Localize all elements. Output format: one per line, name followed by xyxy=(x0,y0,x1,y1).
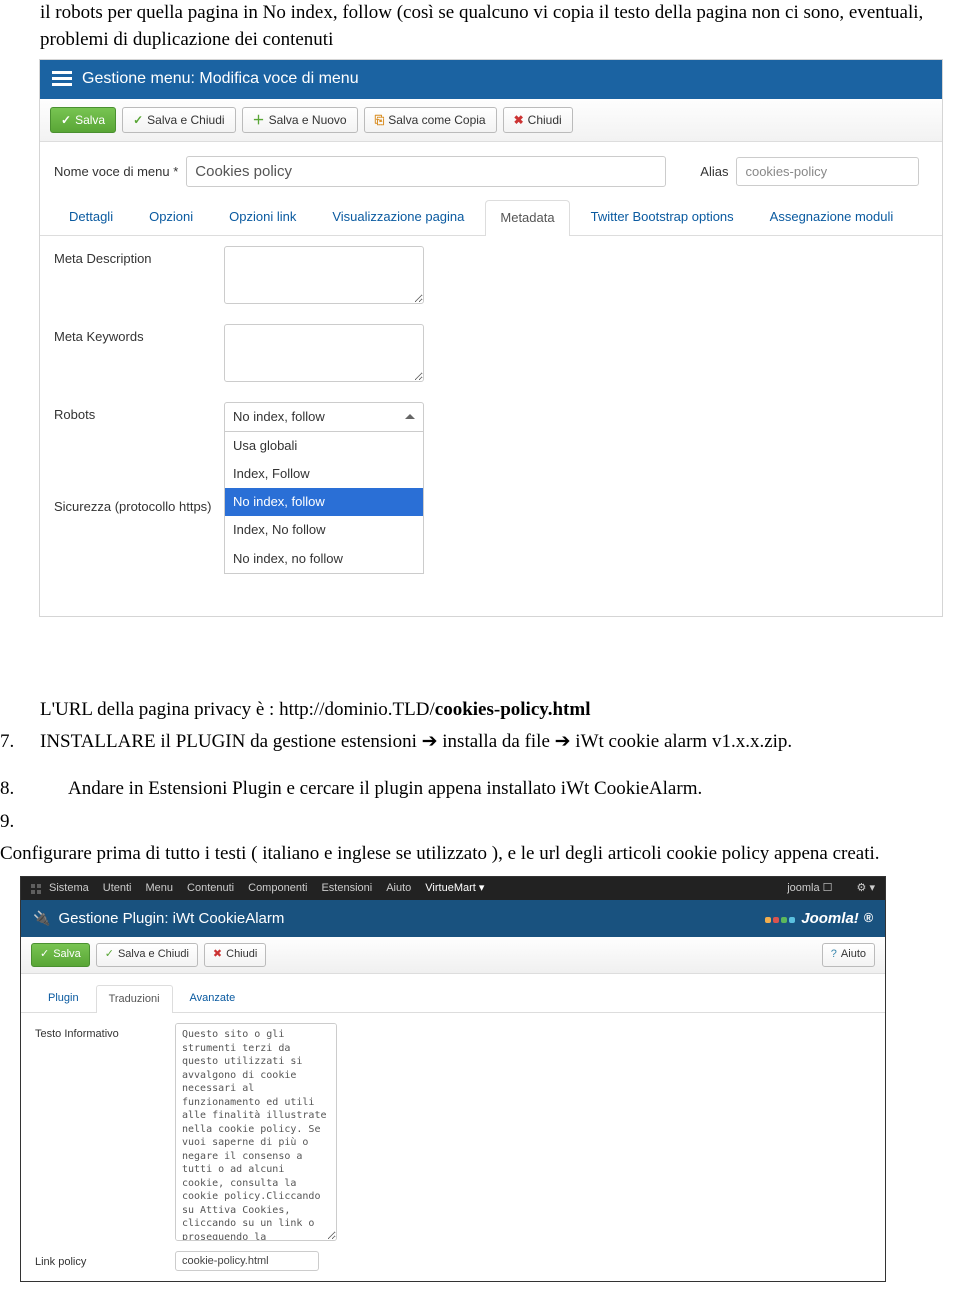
alias-label: Alias xyxy=(700,163,728,181)
tab-avanzate[interactable]: Avanzate xyxy=(177,984,249,1012)
alias-input[interactable] xyxy=(736,157,919,186)
tab-bootstrap[interactable]: Twitter Bootstrap options xyxy=(576,199,749,234)
save-button[interactable]: ✓Salva xyxy=(31,943,90,966)
plugin-toolbar: ✓Salva ✓Salva e Chiudi ✖Chiudi ?Aiuto xyxy=(21,937,885,973)
list-number-8: 8. xyxy=(0,776,40,803)
robots-select[interactable]: No index, follow Usa globali Index, Foll… xyxy=(224,402,424,574)
save-button[interactable]: ✓Salva xyxy=(50,107,116,134)
name-alias-row: Nome voce di menu * Alias xyxy=(40,142,942,193)
robots-option[interactable]: Usa globali xyxy=(225,432,423,460)
list-item-9-partial xyxy=(40,809,960,836)
menu-editor-screenshot: Gestione menu: Modifica voce di menu ✓Sa… xyxy=(39,59,943,617)
topmenu-sitename[interactable]: joomla ☐ xyxy=(787,881,832,896)
plug-icon: 🔌 xyxy=(33,909,50,929)
joomla-logo: Joomla!® xyxy=(764,908,873,929)
plugin-tabs: Plugin Traduzioni Avanzate xyxy=(21,974,885,1013)
close-icon: ✖ xyxy=(514,112,524,129)
tab-opzioni-link[interactable]: Opzioni link xyxy=(214,199,311,234)
robots-option[interactable]: Index, No follow xyxy=(225,516,423,544)
robots-option-selected[interactable]: No index, follow xyxy=(225,488,423,516)
testo-textarea[interactable]: Questo sito o gli strumenti terzi da que… xyxy=(175,1023,337,1241)
topmenu-sistema[interactable]: Sistema xyxy=(49,881,89,896)
topmenu-virtuemart[interactable]: VirtueMart ▾ xyxy=(425,881,484,896)
tab-dettagli[interactable]: Dettagli xyxy=(54,199,128,234)
robots-option[interactable]: No index, no follow xyxy=(225,545,423,573)
menu-editor-header: Gestione menu: Modifica voce di menu xyxy=(40,60,942,98)
sicurezza-label: Sicurezza (protocollo https) xyxy=(54,494,224,516)
topmenu-componenti[interactable]: Componenti xyxy=(248,881,307,896)
list-number-7: 7. xyxy=(0,729,40,756)
plugin-editor-header: 🔌 Gestione Plugin: iWt CookieAlarm Jooml… xyxy=(21,900,885,937)
tab-metadata[interactable]: Metadata xyxy=(485,200,569,235)
close-icon: ✖ xyxy=(213,947,222,962)
plus-icon: ＋ xyxy=(253,112,265,129)
topmenu-aiuto[interactable]: Aiuto xyxy=(386,881,411,896)
topmenu-menu[interactable]: Menu xyxy=(146,881,174,896)
meta-keywords-input[interactable] xyxy=(224,324,424,382)
meta-keywords-label: Meta Keywords xyxy=(54,324,224,346)
link-policy-label: Link policy xyxy=(35,1251,175,1270)
menu-toolbar: ✓Salva ✓Salva e Chiudi ＋Salva e Nuovo ⎘S… xyxy=(40,99,942,143)
name-label: Nome voce di menu * xyxy=(54,163,178,181)
help-button[interactable]: ?Aiuto xyxy=(822,943,875,966)
robots-select-current[interactable]: No index, follow xyxy=(224,402,424,432)
check-icon: ✓ xyxy=(40,947,49,962)
save-close-button[interactable]: ✓Salva e Chiudi xyxy=(96,943,198,966)
close-button[interactable]: ✖Chiudi xyxy=(204,943,266,966)
list-icon xyxy=(52,71,72,87)
robots-option[interactable]: Index, Follow xyxy=(225,460,423,488)
testo-label: Testo Informativo xyxy=(35,1023,175,1042)
menu-name-input[interactable] xyxy=(186,156,666,187)
tab-visualizzazione[interactable]: Visualizzazione pagina xyxy=(317,199,479,234)
robots-dropdown: Usa globali Index, Follow No index, foll… xyxy=(224,432,424,574)
meta-desc-input[interactable] xyxy=(224,246,424,304)
save-new-button[interactable]: ＋Salva e Nuovo xyxy=(242,107,358,134)
close-button[interactable]: ✖Chiudi xyxy=(503,107,573,134)
copy-icon: ⎘ xyxy=(375,112,385,129)
robots-label: Robots xyxy=(54,402,224,424)
tab-traduzioni[interactable]: Traduzioni xyxy=(96,985,173,1013)
menu-editor-title: Gestione menu: Modifica voce di menu xyxy=(82,68,359,90)
gear-icon[interactable]: ⚙ ▾ xyxy=(857,881,875,896)
help-icon: ? xyxy=(831,947,837,962)
caret-up-icon xyxy=(405,414,415,419)
topmenu-contenuti[interactable]: Contenuti xyxy=(187,881,234,896)
list-item-8: Andare in Estensioni Plugin e cercare il… xyxy=(40,776,960,803)
link-policy-input[interactable] xyxy=(175,1251,319,1271)
tab-plugin[interactable]: Plugin xyxy=(35,984,92,1012)
list-item-9: Configurare prima di tutto i testi ( ita… xyxy=(0,841,960,868)
save-copy-button[interactable]: ⎘Salva come Copia xyxy=(364,107,497,134)
check-icon: ✓ xyxy=(133,112,143,129)
check-icon: ✓ xyxy=(61,112,71,129)
plugin-editor-screenshot: Sistema Utenti Menu Contenuti Componenti… xyxy=(20,876,886,1282)
admin-top-menu: Sistema Utenti Menu Contenuti Componenti… xyxy=(21,877,885,900)
tab-opzioni[interactable]: Opzioni xyxy=(134,199,208,234)
check-icon: ✓ xyxy=(105,947,114,962)
tab-assegnazione[interactable]: Assegnazione moduli xyxy=(755,199,909,234)
url-line: L'URL della pagina privacy è : http://do… xyxy=(40,697,960,724)
save-close-button[interactable]: ✓Salva e Chiudi xyxy=(122,107,235,134)
intro-paragraph: il robots per quella pagina in No index,… xyxy=(40,0,960,53)
grip-icon xyxy=(31,884,41,894)
list-item-7: INSTALLARE il PLUGIN da gestione estensi… xyxy=(40,729,960,756)
plugin-editor-title: Gestione Plugin: iWt CookieAlarm xyxy=(58,908,284,929)
topmenu-utenti[interactable]: Utenti xyxy=(103,881,132,896)
list-number-9: 9. xyxy=(0,809,40,836)
menu-tabs: Dettagli Opzioni Opzioni link Visualizza… xyxy=(40,193,942,235)
meta-desc-label: Meta Description xyxy=(54,246,224,268)
topmenu-estensioni[interactable]: Estensioni xyxy=(321,881,372,896)
